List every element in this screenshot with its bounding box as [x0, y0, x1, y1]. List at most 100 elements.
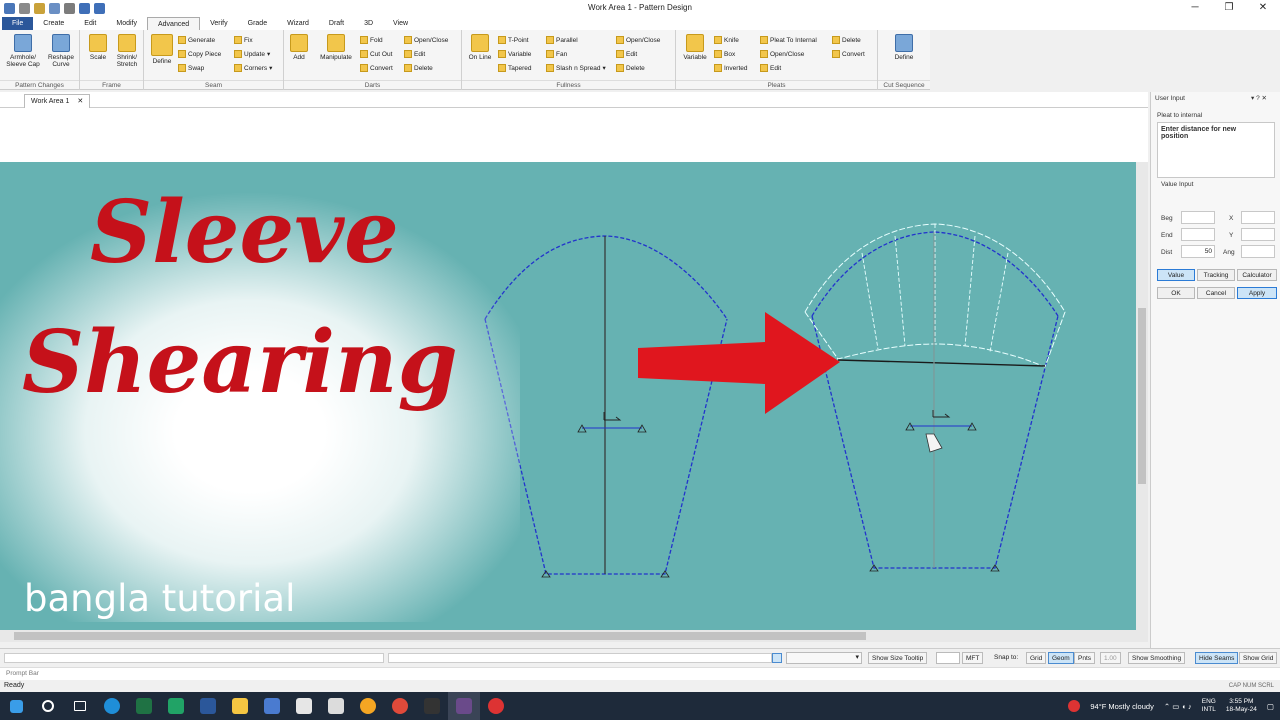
layer-dropdown[interactable]: ▾ — [786, 652, 862, 664]
chrome-app[interactable] — [384, 692, 416, 720]
end-field[interactable] — [1181, 228, 1215, 241]
tracking-mode-button[interactable]: Tracking — [1197, 269, 1235, 281]
app-pattern-design[interactable] — [448, 692, 480, 720]
tab-view[interactable]: View — [383, 17, 418, 30]
fold-button[interactable]: Fold — [360, 36, 383, 44]
start-button[interactable] — [0, 692, 32, 720]
tab-3d[interactable]: 3D — [354, 17, 383, 30]
ok-button[interactable]: OK — [1157, 287, 1195, 299]
minimize-button[interactable]: ─ — [1178, 0, 1212, 16]
swap-button[interactable]: Swap — [178, 64, 204, 72]
store-app[interactable] — [256, 692, 288, 720]
notification-icon[interactable]: ▢ — [1267, 702, 1274, 711]
task-view-button[interactable] — [64, 692, 96, 720]
variable-button[interactable]: Variable — [498, 50, 531, 58]
hide-seams-button[interactable]: Hide Seams — [1195, 652, 1239, 664]
close-icon[interactable]: ✕ — [77, 95, 83, 108]
app-chrome-2[interactable] — [480, 692, 512, 720]
tab-advanced[interactable]: Advanced — [146, 17, 201, 30]
chrome-tray-icon[interactable] — [1068, 700, 1081, 712]
tab-verify[interactable]: Verify — [200, 17, 238, 30]
tray-icons[interactable]: ⌃ ▭ ◖ ♪ — [1164, 702, 1192, 711]
app-notepad[interactable] — [320, 692, 352, 720]
fullness-edit-button[interactable]: Edit — [616, 50, 637, 58]
scale-button[interactable]: Scale — [86, 34, 110, 61]
cut-out-button[interactable]: Cut Out — [360, 50, 392, 58]
edit-dart-button[interactable]: Edit — [404, 50, 425, 58]
x-field[interactable] — [1241, 211, 1275, 224]
snap-geom-button[interactable]: Geom — [1048, 652, 1074, 664]
dist-field[interactable]: 50 — [1181, 245, 1215, 258]
tab-edit[interactable]: Edit — [74, 17, 106, 30]
parallel-button[interactable]: Parallel — [546, 36, 578, 44]
tab-draft[interactable]: Draft — [319, 17, 354, 30]
app-dark[interactable] — [416, 692, 448, 720]
open-close-button[interactable]: Open/Close — [404, 36, 448, 44]
inverted-button[interactable]: Inverted — [714, 64, 748, 72]
calculator-mode-button[interactable]: Calculator — [1237, 269, 1277, 281]
fix-button[interactable]: Fix — [234, 36, 253, 44]
excel-app-2[interactable] — [160, 692, 192, 720]
pleat-variable-button[interactable]: Variable — [680, 34, 710, 61]
slash-spread-button[interactable]: Slash n Spread ▾ — [546, 64, 606, 72]
copy-piece-button[interactable]: Copy Piece — [178, 50, 221, 58]
reshape-curve-button[interactable]: Reshape Curve — [44, 34, 78, 68]
mft-button[interactable]: MFT — [962, 652, 984, 664]
corners-button[interactable]: Corners ▾ — [234, 64, 272, 72]
language-indicator[interactable]: ENG INTL — [1202, 698, 1216, 714]
t-point-button[interactable]: T-Point — [498, 36, 529, 44]
pleat-convert-button[interactable]: Convert — [832, 50, 865, 58]
cancel-button[interactable]: Cancel — [1197, 287, 1235, 299]
units-field[interactable] — [936, 652, 960, 664]
pleat-delete-button[interactable]: Delete — [832, 36, 861, 44]
fan-button[interactable]: Fan — [546, 50, 567, 58]
on-line-button[interactable]: On Line — [468, 34, 492, 61]
generate-button[interactable]: Generate — [178, 36, 215, 44]
cut-define-button[interactable]: Define — [890, 34, 918, 61]
fullness-open-close-button[interactable]: Open/Close — [616, 36, 660, 44]
excel-app[interactable] — [128, 692, 160, 720]
snap-pnts-button[interactable]: Pnts — [1074, 652, 1096, 664]
tab-modify[interactable]: Modify — [106, 17, 147, 30]
tab-grade[interactable]: Grade — [238, 17, 277, 30]
box-button[interactable]: Box — [714, 50, 735, 58]
show-size-tooltip-button[interactable]: Show Size Tooltip — [868, 652, 928, 664]
vertical-scroll-thumb[interactable] — [1138, 308, 1146, 484]
manipulate-button[interactable]: Manipulate — [314, 34, 358, 61]
show-grid-button[interactable]: Show Grid — [1239, 652, 1278, 664]
delete-dart-button[interactable]: Delete — [404, 64, 433, 72]
search-button[interactable] — [32, 692, 64, 720]
app-chrome-canary[interactable] — [352, 692, 384, 720]
app-blank[interactable] — [288, 692, 320, 720]
pleat-edit-button[interactable]: Edit — [760, 64, 781, 72]
maximize-button[interactable]: ❐ — [1212, 0, 1246, 16]
convert-button[interactable]: Convert — [360, 64, 393, 72]
panel-controls[interactable]: ▾ ? ✕ — [1251, 94, 1267, 102]
weather-widget[interactable]: 94°F Mostly cloudy — [1090, 702, 1153, 711]
pleat-open-close-button[interactable]: Open/Close — [760, 50, 804, 58]
shrink-stretch-button[interactable]: Shrink/ Stretch — [112, 34, 142, 68]
snap-value-field[interactable]: 1.00 — [1100, 652, 1121, 664]
y-field[interactable] — [1241, 228, 1275, 241]
show-smoothing-button[interactable]: Show Smoothing — [1128, 652, 1186, 664]
clock[interactable]: 3:55 PM 18-May-24 — [1226, 698, 1257, 714]
horizontal-scroll-thumb[interactable] — [14, 632, 866, 640]
beg-field[interactable] — [1181, 211, 1215, 224]
update-button[interactable]: Update ▾ — [234, 50, 270, 58]
tab-work-area-1[interactable]: Work Area 1 ✕ — [24, 94, 91, 108]
ang-field[interactable] — [1241, 245, 1275, 258]
value-mode-button[interactable]: Value — [1157, 269, 1195, 281]
tab-wizard[interactable]: Wizard — [277, 17, 319, 30]
tapered-button[interactable]: Tapered — [498, 64, 532, 72]
edge-app[interactable] — [96, 692, 128, 720]
pleat-to-internal-button[interactable]: Pleat To Internal — [760, 36, 817, 44]
add-dart-button[interactable]: Add — [288, 34, 310, 61]
fullness-delete-button[interactable]: Delete — [616, 64, 645, 72]
seam-define-button[interactable]: Define — [148, 34, 176, 65]
explorer-app[interactable] — [224, 692, 256, 720]
work-area-canvas[interactable]: Sleeve Shearing bangla tutorial — [0, 162, 1136, 630]
close-button[interactable]: ✕ — [1246, 0, 1280, 16]
snap-grid-button[interactable]: Grid — [1026, 652, 1047, 664]
word-app[interactable] — [192, 692, 224, 720]
knife-button[interactable]: Knife — [714, 36, 739, 44]
